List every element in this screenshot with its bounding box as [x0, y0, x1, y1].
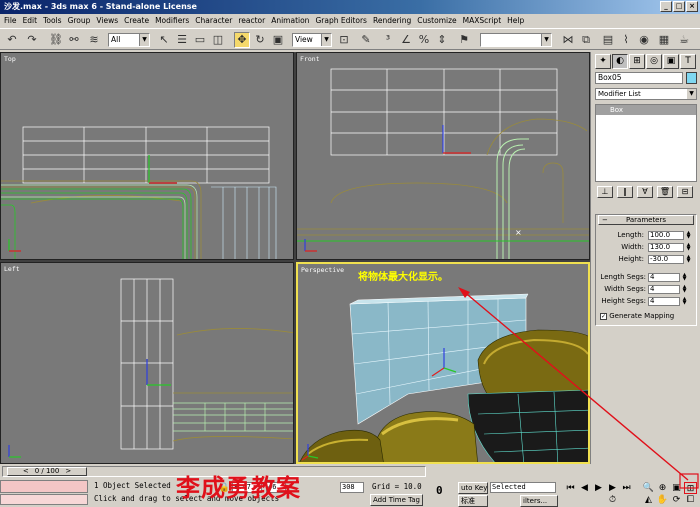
- annotation-arrow: [458, 287, 699, 489]
- watermark-text: 李成勇教案: [176, 473, 301, 502]
